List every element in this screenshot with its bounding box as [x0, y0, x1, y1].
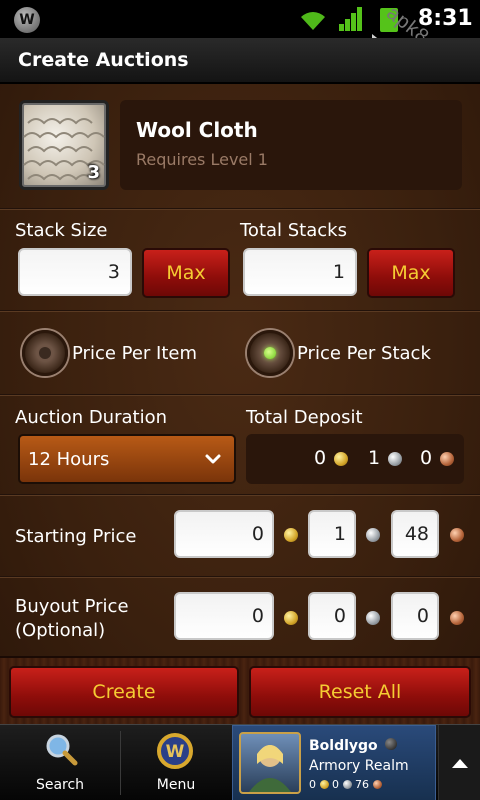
battery-icon: [380, 8, 398, 32]
divider: [0, 394, 480, 396]
divider: [0, 310, 480, 312]
gold-coin-icon: [284, 611, 298, 625]
starting-price-copper-input[interactable]: 48: [391, 510, 439, 558]
nav-search-label: Search: [35, 777, 85, 793]
create-button[interactable]: Create: [9, 666, 239, 718]
chevron-down-icon: [205, 454, 221, 464]
buyout-price-label: Buyout Price: [15, 596, 129, 617]
radio-unselected-indicator: [39, 347, 51, 359]
gold-coin-icon: [319, 780, 329, 789]
create-auction-form: 3 Wool Cloth Requires Level 1 Stack Size…: [0, 84, 480, 724]
nav-menu-label: Menu: [156, 777, 196, 793]
character-realm: Armory Realm: [309, 758, 409, 774]
expand-panel-button[interactable]: [438, 725, 480, 800]
divider: [0, 494, 480, 496]
clock: 8:31: [418, 6, 473, 31]
silver-coin-icon: [366, 611, 380, 625]
wifi-icon: [301, 12, 325, 30]
auction-duration-label: Auction Duration: [15, 407, 167, 428]
character-money: 0 0 76: [309, 778, 382, 791]
stack-size-max-button[interactable]: Max: [142, 248, 230, 298]
character-gold: 0: [309, 778, 316, 791]
gold-coin-icon: [284, 528, 298, 542]
silver-coin-icon: [342, 780, 352, 789]
stack-size-input[interactable]: 3: [18, 248, 132, 296]
total-stacks-label: Total Stacks: [240, 220, 347, 241]
auction-duration-dropdown[interactable]: 12 Hours: [18, 434, 236, 484]
character-portrait: [239, 732, 301, 794]
action-bar: Create Reset All: [0, 656, 480, 724]
nav-menu[interactable]: W Menu: [121, 725, 231, 800]
wool-cloth-icon[interactable]: 3: [19, 100, 109, 190]
wow-logo-icon: W: [157, 733, 193, 769]
item-info-panel: Wool Cloth Requires Level 1: [120, 100, 462, 190]
copper-coin-icon: [450, 528, 464, 542]
deposit-copper-value: 0: [420, 447, 433, 469]
starting-price-silver-input[interactable]: 1: [308, 510, 356, 558]
starting-price-gold-input[interactable]: 0: [174, 510, 274, 558]
gold-coin-icon: [334, 452, 348, 466]
auction-duration-value: 12 Hours: [28, 449, 110, 470]
reset-all-button[interactable]: Reset All: [249, 666, 471, 718]
status-bar: W 8:31: [0, 0, 480, 38]
silver-coin-icon: [388, 452, 402, 466]
buyout-price-copper-input[interactable]: 0: [391, 592, 439, 640]
deposit-silver-value: 1: [368, 447, 381, 469]
copper-coin-icon: [372, 780, 382, 789]
search-icon: [46, 734, 78, 766]
total-stacks-max-button[interactable]: Max: [367, 248, 455, 298]
starting-price-label: Starting Price: [15, 526, 137, 547]
app-notification-icon: W: [14, 7, 40, 33]
character-silver: 0: [332, 778, 339, 791]
title-bar: Create Auctions: [0, 38, 480, 84]
divider: [0, 208, 480, 210]
item-name: Wool Cloth: [136, 118, 258, 142]
price-per-stack-radio[interactable]: [247, 330, 293, 376]
copper-coin-icon: [440, 452, 454, 466]
total-deposit-display: 0 1 0: [246, 434, 464, 484]
item-requirement: Requires Level 1: [136, 150, 268, 169]
copper-coin-icon: [450, 611, 464, 625]
buyout-price-gold-input[interactable]: 0: [174, 592, 274, 640]
buyout-price-optional-label: (Optional): [15, 620, 106, 641]
signal-icon: [339, 7, 362, 31]
item-quantity: 3: [87, 162, 100, 183]
bottom-nav: Search W Menu Boldlygo Armory Realm 0 0 …: [0, 724, 480, 800]
deposit-gold-value: 0: [314, 447, 327, 469]
price-per-item-label[interactable]: Price Per Item: [72, 343, 197, 364]
character-card[interactable]: Boldlygo Armory Realm 0 0 76: [232, 725, 436, 800]
character-name: Boldlygo: [309, 738, 378, 754]
character-copper: 76: [355, 778, 369, 791]
svg-text:W: W: [166, 742, 185, 762]
chevron-up-icon: [452, 759, 468, 768]
buyout-price-silver-input[interactable]: 0: [308, 592, 356, 640]
nav-search[interactable]: Search: [0, 725, 120, 800]
price-per-stack-label[interactable]: Price Per Stack: [297, 343, 431, 364]
total-stacks-input[interactable]: 1: [243, 248, 357, 296]
total-deposit-label: Total Deposit: [246, 407, 363, 428]
faction-icon: [385, 738, 397, 750]
page-title: Create Auctions: [18, 49, 189, 71]
divider: [0, 576, 480, 578]
price-per-item-radio[interactable]: [22, 330, 68, 376]
radio-selected-indicator: [264, 347, 276, 359]
silver-coin-icon: [366, 528, 380, 542]
stack-size-label: Stack Size: [15, 220, 108, 241]
